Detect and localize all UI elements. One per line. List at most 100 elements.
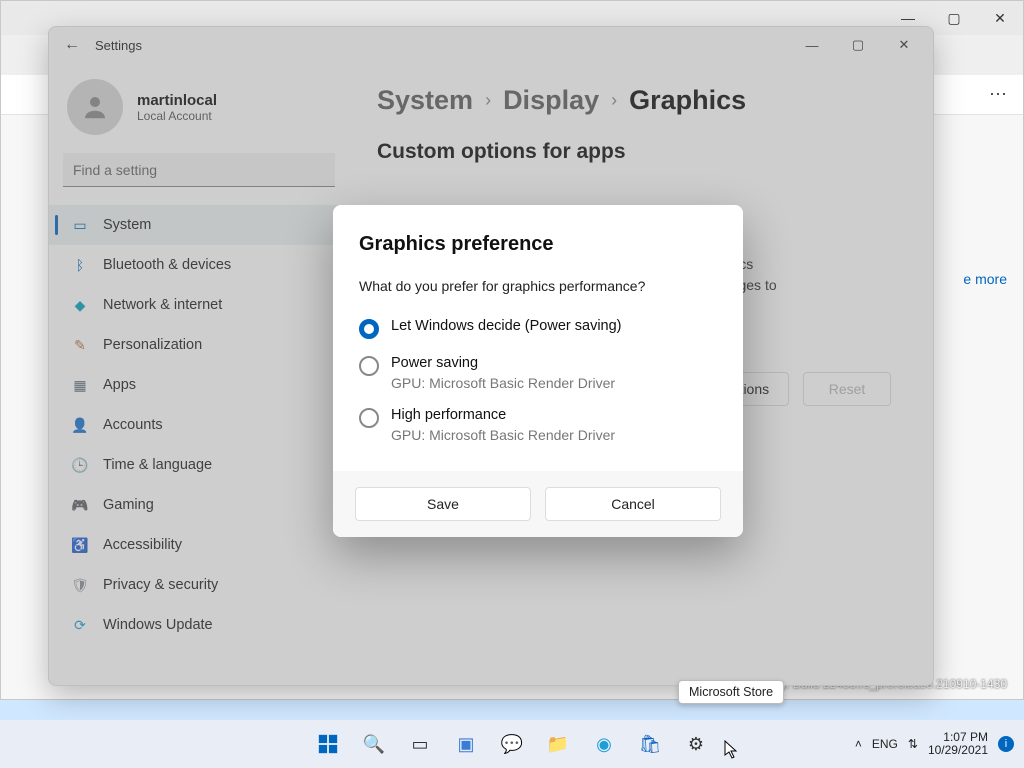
breadcrumb-system[interactable]: System bbox=[377, 85, 473, 116]
person-icon bbox=[80, 92, 110, 122]
sidebar-item-label: Privacy & security bbox=[103, 577, 218, 593]
accounts-icon: 👤 bbox=[71, 416, 89, 434]
settings-titlebar: ← Settings — ▢ ✕ bbox=[49, 27, 933, 63]
user-account-type: Local Account bbox=[137, 109, 217, 123]
partial-link[interactable]: e more bbox=[963, 271, 1007, 287]
dialog-subtitle: What do you prefer for graphics performa… bbox=[359, 278, 717, 294]
sidebar-item-system[interactable]: ▭ System bbox=[49, 205, 349, 245]
search-input[interactable] bbox=[63, 153, 335, 187]
search-icon: 🔍 bbox=[363, 734, 385, 755]
radio-option-let-windows-decide[interactable]: Let Windows decide (Power saving) bbox=[359, 310, 717, 347]
chevron-right-icon: › bbox=[611, 90, 617, 111]
sidebar-item-time[interactable]: 🕒 Time & language bbox=[49, 445, 349, 485]
notification-badge[interactable]: i bbox=[998, 736, 1014, 752]
sidebar-item-label: Accessibility bbox=[103, 537, 182, 553]
gear-icon: ⚙ bbox=[688, 734, 704, 755]
widgets-icon: ▣ bbox=[457, 734, 474, 755]
sidebar-item-label: Apps bbox=[103, 377, 136, 393]
bluetooth-icon: ᛒ bbox=[71, 256, 89, 274]
cancel-button[interactable]: Cancel bbox=[545, 487, 721, 521]
breadcrumb-current: Graphics bbox=[629, 85, 746, 116]
task-view-button[interactable]: ▭ bbox=[400, 724, 440, 764]
sidebar-item-label: Personalization bbox=[103, 337, 202, 353]
maximize-button[interactable]: ▢ bbox=[835, 28, 881, 62]
accessibility-icon: ♿ bbox=[71, 536, 89, 554]
radio-group: Let Windows decide (Power saving) Power … bbox=[359, 310, 717, 451]
clock-icon: 🕒 bbox=[71, 456, 89, 474]
radio-option-power-saving[interactable]: Power saving GPU: Microsoft Basic Render… bbox=[359, 347, 717, 399]
tray-overflow-button[interactable]: ˄ bbox=[855, 737, 862, 751]
sidebar-item-label: Gaming bbox=[103, 497, 154, 513]
radio-sublabel: GPU: Microsoft Basic Render Driver bbox=[391, 375, 615, 391]
folder-icon: 📁 bbox=[547, 734, 569, 755]
windows-logo-icon bbox=[317, 733, 339, 755]
section-heading: Custom options for apps bbox=[377, 140, 905, 164]
save-button[interactable]: Save bbox=[355, 487, 531, 521]
chevron-right-icon: › bbox=[485, 90, 491, 111]
store-icon: 🛍 bbox=[639, 734, 662, 755]
radio-label: High performance bbox=[391, 407, 615, 423]
minimize-button[interactable]: — bbox=[789, 28, 835, 62]
radio-sublabel: GPU: Microsoft Basic Render Driver bbox=[391, 427, 615, 443]
wifi-icon: ◆ bbox=[71, 296, 89, 314]
store-button[interactable]: 🛍 bbox=[630, 724, 670, 764]
taskbar: 🔍 ▭ ▣ 💬 📁 ◉ 🛍 ⚙ ˄ ENG ⇅ 1:07 PM 10/29/20… bbox=[0, 720, 1024, 768]
explorer-button[interactable]: 📁 bbox=[538, 724, 578, 764]
sidebar-item-gaming[interactable]: 🎮 Gaming bbox=[49, 485, 349, 525]
update-icon: ⟳ bbox=[71, 616, 89, 634]
taskbar-tooltip: Microsoft Store bbox=[678, 680, 784, 704]
sidebar: martinlocal Local Account ▭ System ᛒ Bluet… bbox=[49, 63, 349, 685]
dialog-title: Graphics preference bbox=[359, 233, 717, 256]
sidebar-item-network[interactable]: ◆ Network & internet bbox=[49, 285, 349, 325]
breadcrumb: System › Display › Graphics bbox=[377, 85, 905, 116]
sidebar-item-accessibility[interactable]: ♿ Accessibility bbox=[49, 525, 349, 565]
sidebar-item-label: Windows Update bbox=[103, 617, 213, 633]
radio-icon bbox=[359, 319, 379, 339]
user-block[interactable]: martinlocal Local Account bbox=[49, 69, 349, 153]
close-button[interactable]: ✕ bbox=[881, 28, 927, 62]
sidebar-item-personalization[interactable]: ✎ Personalization bbox=[49, 325, 349, 365]
sidebar-item-privacy[interactable]: 🛡 Privacy & security bbox=[49, 565, 349, 605]
outer-maximize-button[interactable]: ▢ bbox=[931, 1, 977, 35]
sidebar-item-update[interactable]: ⟳ Windows Update bbox=[49, 605, 349, 645]
settings-taskbar-button[interactable]: ⚙ bbox=[676, 724, 716, 764]
clock[interactable]: 1:07 PM 10/29/2021 bbox=[928, 731, 988, 757]
shield-icon: 🛡 bbox=[71, 576, 89, 594]
reset-button[interactable]: Reset bbox=[803, 372, 891, 406]
user-name: martinlocal bbox=[137, 92, 217, 109]
start-button[interactable] bbox=[308, 724, 348, 764]
widgets-button[interactable]: ▣ bbox=[446, 724, 486, 764]
chat-button[interactable]: 💬 bbox=[492, 724, 532, 764]
edge-icon: ◉ bbox=[596, 734, 612, 755]
task-view-icon: ▭ bbox=[411, 734, 428, 755]
settings-window: ← Settings — ▢ ✕ martinlocal Local Accou… bbox=[48, 26, 934, 686]
edge-button[interactable]: ◉ bbox=[584, 724, 624, 764]
radio-option-high-performance[interactable]: High performance GPU: Microsoft Basic Re… bbox=[359, 399, 717, 451]
sidebar-item-label: Time & language bbox=[103, 457, 212, 473]
search-button[interactable]: 🔍 bbox=[354, 724, 394, 764]
sidebar-item-bluetooth[interactable]: ᛒ Bluetooth & devices bbox=[49, 245, 349, 285]
radio-icon bbox=[359, 356, 379, 376]
overflow-menu-icon[interactable]: ⋯ bbox=[989, 84, 1009, 105]
graphics-preference-dialog: Graphics preference What do you prefer f… bbox=[333, 205, 743, 537]
brush-icon: ✎ bbox=[71, 336, 89, 354]
mouse-cursor-icon bbox=[724, 740, 740, 765]
sidebar-item-label: Accounts bbox=[103, 417, 163, 433]
radio-icon bbox=[359, 408, 379, 428]
language-indicator[interactable]: ENG bbox=[872, 737, 898, 751]
back-button[interactable]: ← bbox=[55, 28, 89, 62]
avatar bbox=[67, 79, 123, 135]
outer-close-button[interactable]: ✕ bbox=[977, 1, 1023, 35]
nav-list: ▭ System ᛒ Bluetooth & devices ◆ Network & … bbox=[49, 201, 349, 649]
sidebar-item-apps[interactable]: ▦Apps bbox=[49, 365, 349, 405]
sidebar-item-label: Bluetooth & devices bbox=[103, 257, 231, 273]
sidebar-item-label: System bbox=[103, 217, 151, 233]
sidebar-item-label: Network & internet bbox=[103, 297, 222, 313]
system-icon: ▭ bbox=[71, 216, 89, 234]
network-icon[interactable]: ⇅ bbox=[908, 737, 918, 751]
gaming-icon: 🎮 bbox=[71, 496, 89, 514]
radio-label: Power saving bbox=[391, 355, 615, 371]
breadcrumb-display[interactable]: Display bbox=[503, 85, 599, 116]
sidebar-item-accounts[interactable]: 👤 Accounts bbox=[49, 405, 349, 445]
window-title: Settings bbox=[95, 38, 142, 53]
